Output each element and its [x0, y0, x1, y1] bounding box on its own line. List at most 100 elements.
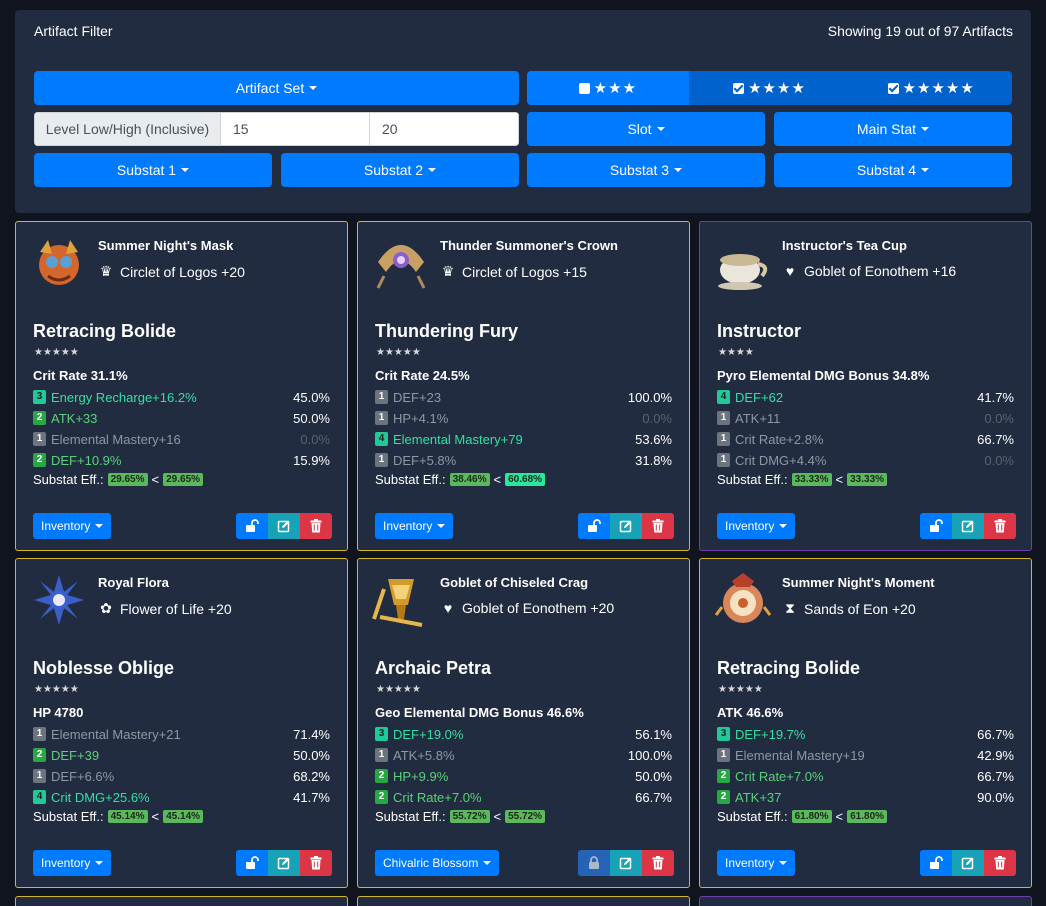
- lock-toggle-button[interactable]: [920, 850, 952, 876]
- substat-row: 2 Crit Rate+7.0% 66.7%: [717, 767, 1014, 785]
- substat-percent: 31.8%: [635, 452, 672, 468]
- delete-button[interactable]: [642, 850, 674, 876]
- main-stat-dropdown[interactable]: Main Stat: [774, 112, 1012, 146]
- lock-toggle-button[interactable]: [236, 850, 268, 876]
- delete-button[interactable]: [984, 513, 1016, 539]
- less-than-sign: <: [151, 472, 160, 487]
- substat-4-dropdown[interactable]: Substat 4: [774, 153, 1012, 187]
- substat-row: 1 ATK+11 0.0%: [717, 409, 1014, 427]
- location-dropdown[interactable]: Chivalric Blossom: [375, 850, 500, 876]
- trash-icon: [994, 856, 1006, 870]
- rarity-5-toggle[interactable]: ★★★★★: [850, 71, 1012, 105]
- location-dropdown[interactable]: Inventory: [717, 513, 796, 539]
- artifact-set-name: Instructor: [717, 321, 802, 341]
- lock-toggle-button[interactable]: [920, 513, 952, 539]
- roll-count-badge: 1: [717, 748, 730, 762]
- artifact-image: [372, 579, 423, 627]
- level-high-input[interactable]: 20: [370, 112, 519, 146]
- level-low-input[interactable]: 15: [221, 112, 370, 146]
- rarity-3-toggle[interactable]: ★★★: [527, 71, 689, 105]
- artifact-set-dropdown[interactable]: Artifact Set: [34, 71, 519, 105]
- efficiency-current-badge: 33.33%: [791, 473, 832, 486]
- roll-count-badge: 4: [33, 790, 46, 804]
- substat-percent: 53.6%: [635, 431, 672, 447]
- artifact-slot: ⧗ Sands of Eon +20: [782, 600, 916, 617]
- location-dropdown[interactable]: Inventory: [33, 513, 112, 539]
- artifact-set-name: Retracing Bolide: [717, 658, 861, 678]
- rarity-3-stars: ★★★: [593, 80, 637, 97]
- delete-button[interactable]: [300, 850, 332, 876]
- efficiency-max-badge: 45.14%: [163, 810, 204, 823]
- less-than-sign: <: [835, 472, 844, 487]
- artifact-card: Thunder Summoner's Crown ♛ Circlet of Log…: [357, 221, 690, 551]
- artifact-card: Summer Night's Mask ♛ Circlet of Logos +2…: [15, 221, 348, 551]
- chevron-down-icon: [779, 524, 788, 528]
- edit-button[interactable]: [610, 850, 642, 876]
- crown-icon: ♛: [99, 263, 113, 279]
- efficiency-max-badge: 29.65%: [163, 473, 204, 486]
- roll-count-badge: 3: [717, 727, 730, 741]
- chevron-down-icon: [309, 86, 318, 90]
- substat-row: 3 DEF+19.0% 56.1%: [375, 725, 672, 743]
- edit-icon: [619, 857, 632, 870]
- edit-button[interactable]: [610, 513, 642, 539]
- lock-toggle-button[interactable]: [578, 513, 610, 539]
- substat-text: DEF+23: [393, 389, 442, 405]
- substat-percent: 71.4%: [293, 726, 330, 742]
- artifact-rarity: ★★★★: [718, 347, 754, 358]
- roll-count-badge: 1: [33, 432, 46, 446]
- artifact-rarity: ★★★★★: [376, 684, 421, 695]
- lock-toggle-button[interactable]: [236, 513, 268, 539]
- chevron-down-icon: [181, 168, 190, 172]
- substat-percent: 66.7%: [977, 768, 1014, 784]
- artifact-slot-text: Circlet of Logos +20: [120, 263, 245, 280]
- substat-1-dropdown[interactable]: Substat 1: [34, 153, 272, 187]
- substat-percent: 56.1%: [635, 726, 672, 742]
- substat-efficiency-label: Substat Eff.:: [717, 809, 788, 824]
- edit-icon: [961, 857, 974, 870]
- substat-percent: 15.9%: [293, 452, 330, 468]
- substat-row: 1 HP+4.1% 0.0%: [375, 409, 672, 427]
- unlock-icon: [930, 519, 943, 532]
- substat-efficiency: Substat Eff.: 55.72% < 55.72%: [375, 809, 549, 824]
- rarity-4-toggle[interactable]: ★★★★: [688, 71, 851, 105]
- substat-text: Elemental Mastery+21: [51, 726, 181, 742]
- substat-3-dropdown[interactable]: Substat 3: [527, 153, 765, 187]
- artifact-card-partial: [699, 896, 1032, 906]
- chevron-down-icon: [656, 127, 665, 131]
- edit-button[interactable]: [268, 850, 300, 876]
- delete-button[interactable]: [984, 850, 1016, 876]
- artifact-main-stat: HP 4780: [33, 705, 84, 720]
- delete-button[interactable]: [642, 513, 674, 539]
- delete-button[interactable]: [300, 513, 332, 539]
- substat-efficiency: Substat Eff.: 33.33% < 33.33%: [717, 472, 891, 487]
- substat-2-label: Substat 2: [363, 162, 424, 178]
- location-label: Inventory: [41, 519, 91, 533]
- substat-efficiency: Substat Eff.: 61.80% < 61.80%: [717, 809, 891, 824]
- substat-text: DEF+19.0%: [393, 726, 464, 742]
- chevron-down-icon: [921, 168, 930, 172]
- goblet-icon: ♥: [785, 263, 795, 279]
- location-dropdown[interactable]: Inventory: [33, 850, 112, 876]
- location-dropdown[interactable]: Inventory: [375, 513, 454, 539]
- substat-2-dropdown[interactable]: Substat 2: [281, 153, 519, 187]
- rarity-toggle-group: ★★★ ★★★★ ★★★★★: [527, 71, 1012, 105]
- edit-button[interactable]: [952, 850, 984, 876]
- rarity-5-stars: ★★★★★: [902, 80, 975, 97]
- roll-count-badge: 4: [717, 390, 730, 404]
- substat-row: 2 ATK+37 90.0%: [717, 788, 1014, 806]
- substat-1-label: Substat 1: [116, 162, 177, 178]
- edit-button[interactable]: [952, 513, 984, 539]
- slot-dropdown[interactable]: Slot: [527, 112, 765, 146]
- substat-text: HP+9.9%: [393, 768, 449, 784]
- location-dropdown[interactable]: Inventory: [717, 850, 796, 876]
- lock-toggle-button[interactable]: [578, 850, 610, 876]
- chevron-down-icon: [674, 168, 683, 172]
- edit-button[interactable]: [268, 513, 300, 539]
- substat-text: DEF+39: [51, 747, 100, 763]
- main-stat-label: Main Stat: [856, 121, 917, 137]
- substat-row: 1 ATK+5.8% 100.0%: [375, 746, 672, 764]
- substat-efficiency: Substat Eff.: 45.14% < 45.14%: [33, 809, 207, 824]
- roll-count-badge: 1: [33, 769, 46, 783]
- artifact-card: Royal Flora ✿ Flower of Life +20 Noblesse…: [15, 558, 348, 888]
